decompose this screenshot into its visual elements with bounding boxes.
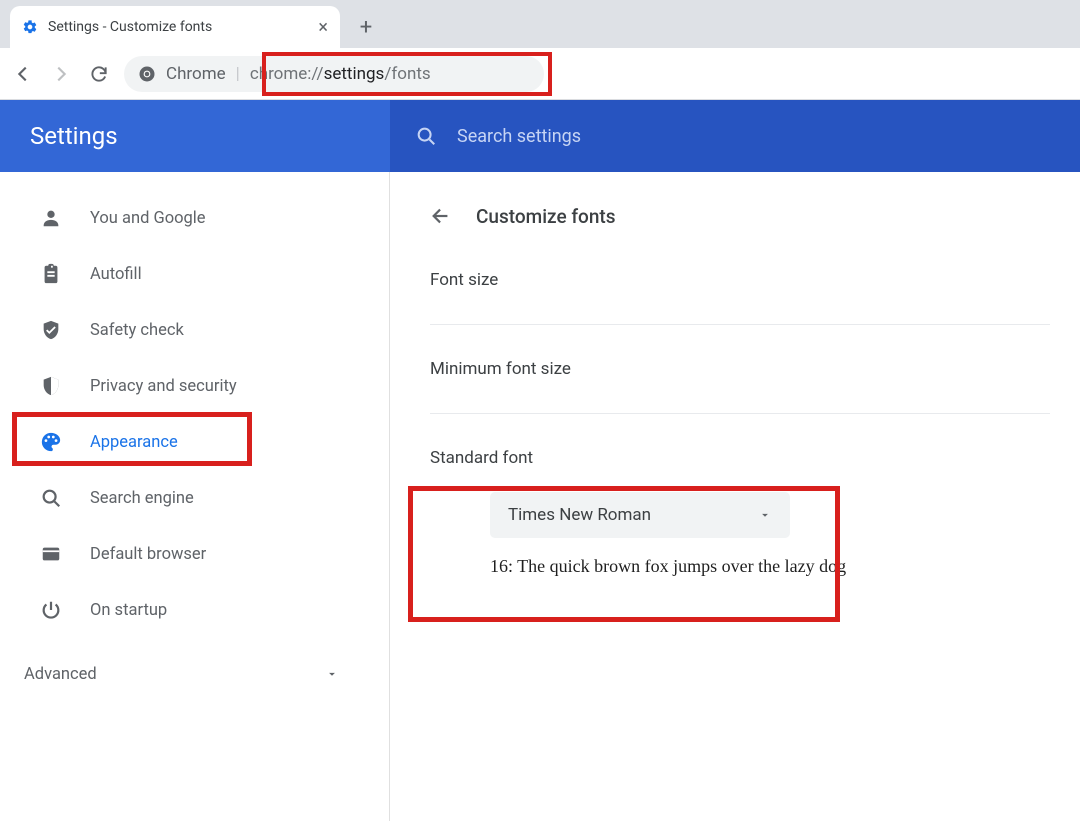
sidebar-item-label: Autofill (90, 265, 142, 284)
browser-window-icon (40, 543, 62, 565)
sidebar-item-safety-check[interactable]: Safety check (0, 302, 389, 358)
browser-tab[interactable]: Settings - Customize fonts × (10, 6, 340, 48)
sidebar-item-label: Safety check (90, 321, 184, 340)
power-icon (40, 599, 62, 621)
person-icon (40, 207, 62, 229)
search-icon (415, 125, 437, 147)
min-font-size-label: Minimum font size (430, 359, 571, 379)
tab-strip: Settings - Customize fonts × + (0, 0, 1080, 48)
sidebar-item-default-browser[interactable]: Default browser (0, 526, 389, 582)
reload-icon[interactable] (86, 61, 112, 87)
sidebar-item-label: Appearance (90, 433, 178, 452)
forward-icon[interactable] (48, 61, 74, 87)
chrome-logo-icon (138, 65, 156, 83)
sidebar-item-search-engine[interactable]: Search engine (0, 470, 389, 526)
sidebar-item-label: Search engine (90, 489, 194, 508)
sidebar-item-autofill[interactable]: Autofill (0, 246, 389, 302)
search-placeholder: Search settings (457, 126, 581, 147)
standard-font-dropdown[interactable]: Times New Roman (490, 492, 790, 538)
address-bar[interactable]: Chrome | chrome://settings/fonts (124, 56, 544, 92)
settings-sidebar: You and Google Autofill Safety check Pri… (0, 172, 390, 821)
settings-title: Settings (0, 122, 390, 150)
new-tab-button[interactable]: + (350, 11, 382, 43)
gear-icon (22, 19, 38, 35)
browser-toolbar: Chrome | chrome://settings/fonts (0, 48, 1080, 100)
sidebar-item-label: Default browser (90, 545, 206, 564)
sidebar-item-label: Privacy and security (90, 377, 237, 396)
standard-font-label: Standard font (430, 448, 533, 468)
clipboard-icon (40, 263, 62, 285)
omnibox-prefix: Chrome (166, 64, 226, 84)
standard-font-sample: 16: The quick brown fox jumps over the l… (490, 556, 1050, 577)
sidebar-item-label: You and Google (90, 209, 206, 228)
advanced-label: Advanced (24, 665, 97, 684)
shield-check-icon (40, 319, 62, 341)
chevron-down-icon (758, 508, 772, 522)
sidebar-item-on-startup[interactable]: On startup (0, 582, 389, 638)
tab-title: Settings - Customize fonts (48, 19, 308, 35)
back-arrow-icon[interactable] (430, 205, 452, 227)
close-icon[interactable]: × (318, 17, 328, 38)
search-settings-input[interactable]: Search settings (390, 100, 1080, 172)
standard-font-section: Standard font Times New Roman 16: The qu… (430, 414, 1050, 611)
shield-icon (40, 375, 62, 397)
min-font-size-section: Minimum font size (430, 325, 1050, 414)
dropdown-value: Times New Roman (508, 505, 651, 525)
back-icon[interactable] (10, 61, 36, 87)
page-title: Customize fonts (476, 205, 616, 228)
settings-content: Customize fonts Font size Minimum font s… (390, 172, 1080, 821)
palette-icon (40, 431, 62, 453)
sidebar-advanced-toggle[interactable]: Advanced (0, 646, 389, 702)
sidebar-item-label: On startup (90, 601, 167, 620)
settings-header: Settings Search settings (0, 100, 1080, 172)
font-size-label: Font size (430, 270, 498, 290)
sidebar-item-appearance[interactable]: Appearance (0, 414, 389, 470)
chevron-down-icon (325, 667, 339, 681)
sidebar-item-you-and-google[interactable]: You and Google (0, 190, 389, 246)
sidebar-item-privacy-security[interactable]: Privacy and security (0, 358, 389, 414)
font-size-section: Font size (430, 236, 1050, 325)
omnibox-url: chrome://settings/fonts (250, 64, 431, 84)
search-icon (40, 487, 62, 509)
